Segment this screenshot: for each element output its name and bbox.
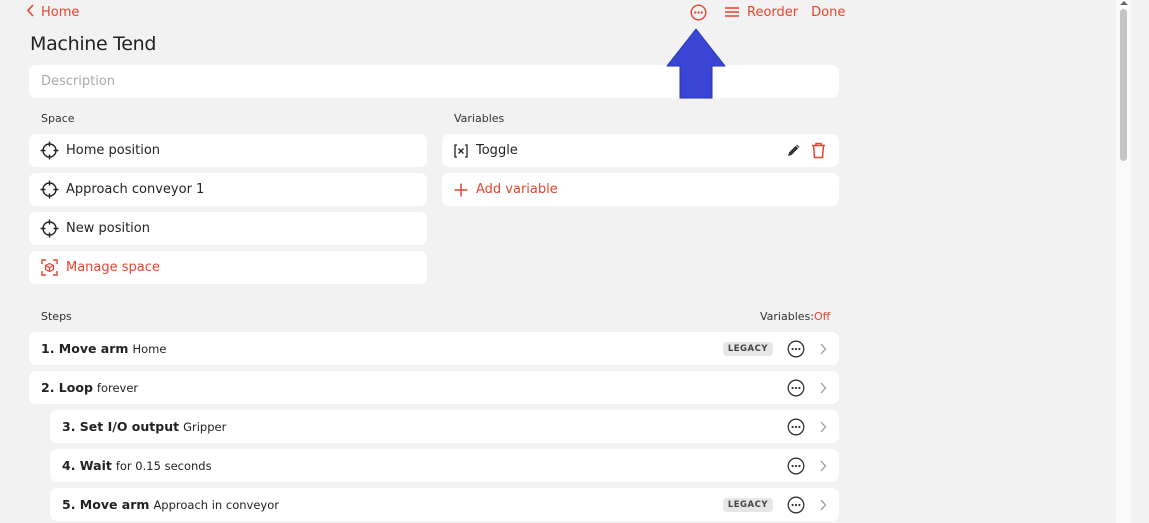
add-variable-label: Add variable bbox=[476, 182, 558, 197]
variable-x-icon bbox=[453, 143, 469, 159]
more-horizontal-icon[interactable] bbox=[787, 340, 805, 358]
step-detail: for 0.15 seconds bbox=[115, 458, 212, 473]
space-section-label: Space bbox=[41, 112, 75, 125]
step-name: 4. Wait bbox=[62, 458, 112, 473]
menu-lines-icon bbox=[725, 7, 739, 17]
legacy-badge: LEGACY bbox=[722, 341, 773, 356]
step-name: 1. Move arm bbox=[41, 341, 129, 356]
chevron-right-icon[interactable] bbox=[819, 460, 827, 472]
trash-icon[interactable] bbox=[811, 142, 826, 163]
variables-toggle-label: Variables: bbox=[760, 310, 814, 323]
back-link[interactable]: Home bbox=[26, 4, 79, 21]
chevron-right-icon[interactable] bbox=[819, 382, 827, 394]
variable-item-toggle[interactable]: Toggle bbox=[442, 134, 839, 167]
more-horizontal-icon[interactable] bbox=[787, 379, 805, 397]
variables-toggle[interactable]: Variables:Off bbox=[760, 310, 830, 323]
more-horizontal-icon[interactable] bbox=[787, 418, 805, 436]
crosshair-icon bbox=[40, 219, 59, 238]
crosshair-icon bbox=[40, 141, 59, 160]
manage-space-label: Manage space bbox=[66, 260, 160, 275]
add-variable-button[interactable]: Add variable bbox=[442, 173, 839, 206]
pointer-arrow-icon bbox=[666, 28, 726, 99]
step-row[interactable]: 4. Wait for 0.15 seconds bbox=[50, 449, 839, 482]
variables-toggle-value: Off bbox=[813, 310, 831, 323]
more-options-button[interactable] bbox=[688, 3, 708, 21]
step-name: 3. Set I/O output bbox=[62, 419, 180, 434]
space-item-approach-conveyor-1[interactable]: Approach conveyor 1 bbox=[29, 173, 427, 206]
chevron-right-icon[interactable] bbox=[819, 421, 827, 433]
vertical-scrollbar[interactable] bbox=[1116, 0, 1131, 523]
more-horizontal-icon[interactable] bbox=[787, 496, 805, 514]
step-row[interactable]: 2. Loop forever bbox=[29, 371, 839, 404]
toolbar: Reorder Done bbox=[688, 3, 845, 21]
step-name: 2. Loop bbox=[41, 380, 93, 395]
variable-item-label: Toggle bbox=[476, 143, 518, 158]
variables-section-label: Variables bbox=[454, 112, 505, 125]
legacy-badge: LEGACY bbox=[722, 497, 773, 512]
space-item-label: New position bbox=[66, 221, 150, 236]
space-item-home-position[interactable]: Home position bbox=[29, 134, 427, 167]
chevron-left-icon bbox=[26, 4, 35, 21]
plus-icon bbox=[453, 182, 469, 198]
more-horizontal-icon[interactable] bbox=[787, 457, 805, 475]
more-horizontal-icon bbox=[689, 3, 707, 21]
step-detail: forever bbox=[96, 380, 139, 395]
back-link-label: Home bbox=[41, 5, 80, 20]
page-title: Machine Tend bbox=[30, 33, 157, 55]
crosshair-icon bbox=[40, 180, 59, 199]
edit-pencil-icon[interactable] bbox=[786, 142, 802, 163]
space-item-label: Approach conveyor 1 bbox=[66, 182, 205, 197]
step-detail: Home bbox=[132, 341, 167, 356]
chevron-right-icon[interactable] bbox=[819, 343, 827, 355]
chevron-right-icon[interactable] bbox=[819, 499, 827, 511]
step-row[interactable]: 5. Move arm Approach in conveyor LEGACY bbox=[50, 488, 839, 521]
reorder-button[interactable]: Reorder bbox=[725, 5, 798, 20]
step-name: 5. Move arm bbox=[62, 497, 150, 512]
manage-space-icon bbox=[40, 258, 59, 277]
space-item-label: Home position bbox=[66, 143, 161, 158]
steps-section-label: Steps bbox=[41, 310, 72, 323]
manage-space-button[interactable]: Manage space bbox=[29, 251, 427, 284]
description-placeholder: Description bbox=[41, 74, 116, 89]
scrollbar-thumb[interactable] bbox=[1120, 9, 1127, 161]
step-row[interactable]: 1. Move arm Home LEGACY bbox=[29, 332, 839, 365]
reorder-label: Reorder bbox=[747, 4, 799, 20]
done-button[interactable]: Done bbox=[811, 5, 845, 20]
step-detail: Gripper bbox=[183, 419, 227, 434]
scroll-up-arrow-icon[interactable] bbox=[1120, 1, 1128, 5]
step-detail: Approach in conveyor bbox=[153, 497, 279, 512]
step-row[interactable]: 3. Set I/O output Gripper bbox=[50, 410, 839, 443]
space-item-new-position[interactable]: New position bbox=[29, 212, 427, 245]
